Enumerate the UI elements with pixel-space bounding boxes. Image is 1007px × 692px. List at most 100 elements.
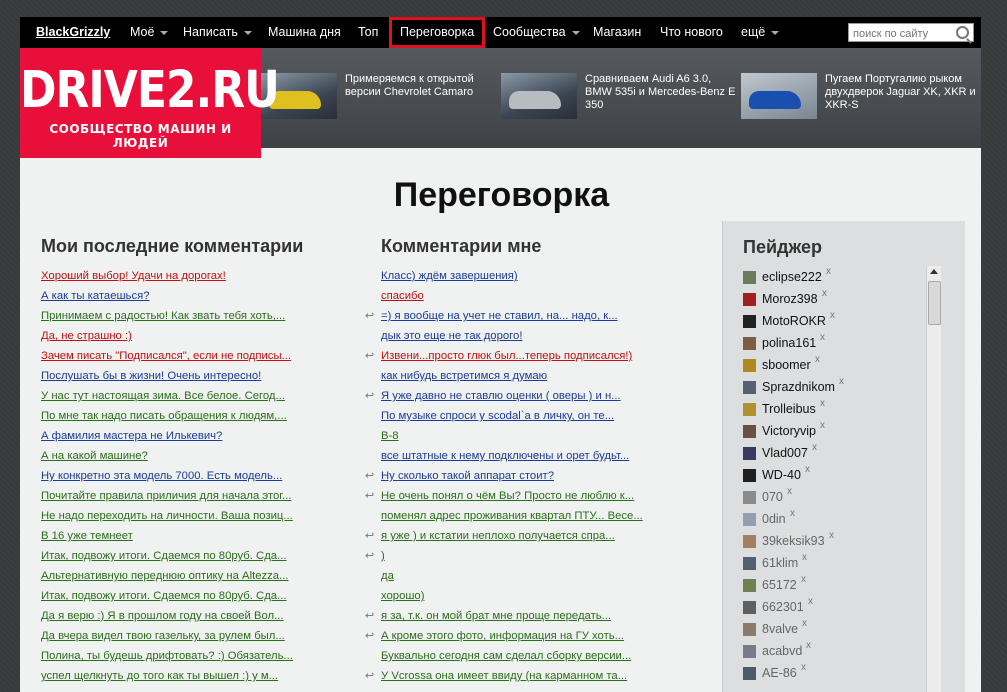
comment-text[interactable]: А как ты катаешься? — [41, 290, 150, 302]
comment-text[interactable]: По музыке спроси у scodal`a в личку, он … — [381, 410, 614, 422]
comment-text[interactable]: да — [381, 570, 394, 582]
promo-thumbnail[interactable] — [501, 73, 577, 119]
comment-text[interactable]: У нас тут настоящая зима. Все белое. Сег… — [41, 390, 285, 402]
comment-link[interactable]: В 16 уже темнеет — [41, 528, 293, 548]
pager-user-name[interactable]: polina161 — [762, 336, 816, 350]
comment-link[interactable]: спасибо — [381, 288, 643, 308]
comment-text[interactable]: Хороший выбор! Удачи на дорогах! — [41, 270, 226, 282]
comment-text[interactable]: Почитайте правила приличия для начала эт… — [41, 490, 291, 502]
nav-item-more[interactable]: ещё — [741, 17, 779, 48]
promo-text[interactable]: Сравниваем Audi A6 3.0, BMW 535i и Merce… — [585, 73, 737, 112]
search-icon[interactable] — [956, 26, 969, 39]
avatar[interactable] — [743, 535, 756, 548]
avatar[interactable] — [743, 381, 756, 394]
comment-text[interactable]: А фамилия мастера не Илькевич? — [41, 430, 222, 442]
comment-text[interactable]: А на какой машине? — [41, 450, 148, 462]
comment-text[interactable]: Принимаем с радостью! Как звать тебя хот… — [41, 310, 285, 322]
promo-thumbnail[interactable] — [741, 73, 817, 119]
comment-link[interactable]: Принимаем с радостью! Как звать тебя хот… — [41, 308, 293, 328]
comment-link[interactable]: Зачем писать "Подписался", если не подпи… — [41, 348, 293, 368]
avatar[interactable] — [743, 557, 756, 570]
pager-user[interactable]: 0din x — [743, 508, 923, 532]
pager-user[interactable]: AE-86 x — [743, 662, 923, 686]
comment-text[interactable]: я уже ) и кстатии неплохо получается спр… — [381, 530, 615, 542]
comment-text[interactable]: поменял адрес проживания квартал ПТУ... … — [381, 510, 643, 522]
avatar[interactable] — [743, 513, 756, 526]
pager-user[interactable]: 8valve x — [743, 618, 923, 642]
comment-link[interactable]: все штатные к нему подключены и орет буд… — [381, 448, 643, 468]
comment-text[interactable]: Полина, ты будешь дрифтовать? :) Обязате… — [41, 650, 293, 662]
remove-user-icon[interactable]: x — [801, 662, 806, 673]
comment-text[interactable]: как нибудь встретимся я думаю — [381, 370, 547, 382]
nav-item-communities[interactable]: Сообщества — [493, 17, 580, 48]
pager-user-name[interactable]: Vlad007 — [762, 446, 808, 460]
comment-text[interactable]: все штатные к нему подключены и орет буд… — [381, 450, 629, 462]
comment-text[interactable]: В 16 уже темнеет — [41, 530, 133, 542]
remove-user-icon[interactable]: x — [829, 530, 834, 541]
pager-user-name[interactable]: Trolleibus — [762, 402, 816, 416]
pager-user-name[interactable]: 61klim — [762, 556, 798, 570]
pager-user[interactable]: polina161 x — [743, 332, 923, 356]
comment-link[interactable]: А фамилия мастера не Илькевич? — [41, 428, 293, 448]
comment-text[interactable]: дык это еще не так дорого! — [381, 330, 522, 342]
scrollbar-thumb[interactable] — [928, 281, 941, 325]
pager-user[interactable]: WD-40 x — [743, 464, 923, 488]
avatar[interactable] — [743, 645, 756, 658]
comment-link[interactable]: Почитайте правила приличия для начала эт… — [41, 488, 293, 508]
pager-user-name[interactable]: WD-40 — [762, 468, 801, 482]
comment-link[interactable]: ↩ =) я вообще на учет не ставил, на... на… — [365, 308, 643, 328]
avatar[interactable] — [743, 293, 756, 306]
comment-link[interactable]: Да я верю :) Я в прошлом году на своей В… — [41, 608, 293, 628]
nav-item-shop[interactable]: Магазин — [593, 17, 641, 48]
promo-item[interactable]: Пугаем Португалию рыком двухдверок Jagua… — [741, 73, 976, 119]
comment-link[interactable]: Буквально сегодня сам сделал сборку верс… — [381, 648, 643, 668]
pager-user-name[interactable]: 39keksik93 — [762, 534, 825, 548]
remove-user-icon[interactable]: x — [830, 310, 835, 321]
pager-user-name[interactable]: 65172 — [762, 578, 797, 592]
comment-text[interactable]: Послушать бы в жизни! Очень интересно! — [41, 370, 261, 382]
nav-item-write[interactable]: Написать — [183, 17, 252, 48]
pager-user[interactable]: MotoROKR x — [743, 310, 923, 334]
remove-user-icon[interactable]: x — [826, 266, 831, 277]
comment-text[interactable]: Да вчера видел твою газельку, за рулем б… — [41, 630, 285, 642]
comment-text[interactable]: хорошо) — [381, 590, 424, 602]
pager-user-name[interactable]: Sprazdnikom — [762, 380, 835, 394]
avatar[interactable] — [743, 491, 756, 504]
user-link[interactable]: BlackGrizzly — [36, 17, 110, 48]
site-logo[interactable]: DRIVE2.RU СООБЩЕСТВО МАШИН И ЛЮДЕЙ — [20, 48, 280, 158]
promo-text[interactable]: Примеряемся к открытой версии Chevrolet … — [345, 73, 497, 99]
remove-user-icon[interactable]: x — [815, 354, 820, 365]
comment-link[interactable]: ↩ У Vcrossa она имеет ввиду (на карманном… — [365, 668, 643, 688]
pager-user-name[interactable]: 662301 — [762, 600, 804, 614]
pager-user-name[interactable]: eclipse222 — [762, 270, 822, 284]
remove-user-icon[interactable]: x — [820, 420, 825, 431]
comment-link[interactable]: ↩) — [365, 548, 643, 568]
comment-link[interactable]: Полина, ты будешь дрифтовать? :) Обязате… — [41, 648, 293, 668]
remove-user-icon[interactable]: x — [801, 574, 806, 585]
comment-text[interactable]: В-8 — [381, 430, 399, 442]
pager-user[interactable]: 662301 x — [743, 596, 923, 620]
comment-link[interactable]: У нас тут настоящая зима. Все белое. Сег… — [41, 388, 293, 408]
remove-user-icon[interactable]: x — [812, 442, 817, 453]
comment-link[interactable]: как нибудь встретимся я думаю — [381, 368, 643, 388]
comment-text[interactable]: Ну конкретно эта модель 7000. Есть модел… — [41, 470, 282, 482]
avatar[interactable] — [743, 447, 756, 460]
search-box[interactable] — [848, 23, 974, 43]
pager-user[interactable]: sboomer x — [743, 354, 923, 378]
nav-item-my[interactable]: Моё — [130, 17, 168, 48]
pager-user-name[interactable]: 8valve — [762, 622, 798, 636]
comment-link[interactable]: Да, не страшно :) — [41, 328, 293, 348]
comment-text[interactable]: Ну сколько такой аппарат стоит? — [381, 470, 554, 482]
comment-text[interactable]: Да, не страшно :) — [41, 330, 132, 342]
comment-link[interactable]: Альтернативную переднюю оптику на Altezz… — [41, 568, 293, 588]
comment-link[interactable]: ↩ Ну сколько такой аппарат стоит? — [365, 468, 643, 488]
promo-item[interactable]: Сравниваем Audi A6 3.0, BMW 535i и Merce… — [501, 73, 735, 119]
comment-link[interactable]: ↩ Не очень понял о чём Вы? Просто не любл… — [365, 488, 643, 508]
comment-link[interactable]: Класс) ждём завершения) — [381, 268, 643, 288]
comment-text[interactable]: Я уже давно не ставлю оценки ( оверы ) и… — [381, 390, 621, 402]
remove-user-icon[interactable]: x — [787, 486, 792, 497]
nav-item-whats-new[interactable]: Что нового — [660, 17, 723, 48]
pager-user[interactable]: Trolleibus x — [743, 398, 923, 422]
comment-text[interactable]: ) — [381, 550, 385, 562]
pager-user-name[interactable]: AE-86 — [762, 666, 797, 680]
